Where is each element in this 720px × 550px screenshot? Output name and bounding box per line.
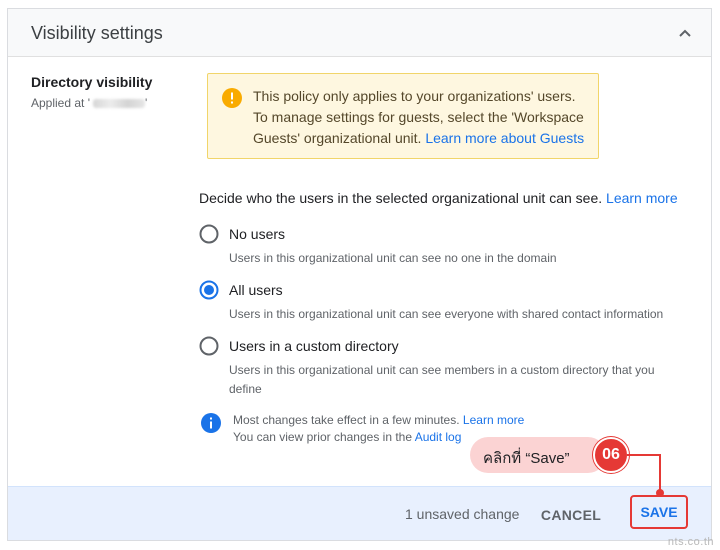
option-label[interactable]: No users — [229, 226, 285, 242]
save-bar: 1 unsaved change CANCEL SAVE — [8, 486, 711, 540]
guest-policy-warning: This policy only applies to your organiz… — [207, 73, 599, 159]
callout-connector — [627, 454, 661, 456]
learn-more-link[interactable]: Learn more — [606, 190, 678, 206]
chevron-up-icon[interactable] — [677, 25, 693, 41]
unsaved-change-count: 1 unsaved change — [405, 506, 520, 522]
info-icon — [201, 413, 221, 433]
audit-note: You can view prior changes in the — [233, 430, 413, 444]
warning-text: This policy only applies to your organiz… — [253, 86, 591, 149]
option-description: Users in this organizational unit can se… — [229, 363, 655, 396]
applied-at-prefix: Applied at ' — [31, 96, 90, 110]
section-title: Directory visibility — [31, 74, 153, 90]
callout-dot — [656, 489, 664, 497]
applied-at-suffix: ' — [145, 96, 148, 110]
card-title: Visibility settings — [31, 23, 163, 43]
option-description: Users in this organizational unit can se… — [229, 307, 664, 321]
learn-more-guests-link[interactable]: Learn more about Guests — [425, 130, 584, 146]
radio-unselected-icon[interactable] — [199, 224, 219, 244]
visibility-instructions: Decide who the users in the selected org… — [199, 190, 678, 206]
change-info-line1: Most changes take effect in a few minute… — [233, 412, 524, 429]
option-label[interactable]: Users in a custom directory — [229, 338, 399, 354]
radio-selected-icon[interactable] — [199, 280, 219, 300]
callout-connector — [659, 454, 661, 492]
callout-text: คลิกที่ “Save” — [483, 450, 570, 467]
watermark: nts.co.th — [667, 536, 714, 548]
warning-icon — [222, 88, 242, 108]
card-header[interactable]: Visibility settings — [8, 9, 711, 57]
learn-more-changes-link[interactable]: Learn more — [463, 413, 524, 427]
applied-at: Applied at ' ' — [31, 96, 147, 110]
cancel-button[interactable]: CANCEL — [535, 503, 607, 527]
option-label[interactable]: All users — [229, 282, 283, 298]
step-badge: 06 — [593, 437, 629, 473]
instructions-text: Decide who the users in the selected org… — [199, 190, 603, 206]
blurred-org-unit — [93, 99, 145, 109]
save-button[interactable]: SAVE — [630, 495, 688, 529]
propagation-note: Most changes take effect in a few minute… — [233, 413, 460, 427]
tutorial-callout: คลิกที่ “Save” — [470, 437, 606, 473]
option-description: Users in this organizational unit can se… — [229, 251, 557, 265]
radio-unselected-icon[interactable] — [199, 336, 219, 356]
audit-log-link[interactable]: Audit log — [415, 430, 462, 444]
